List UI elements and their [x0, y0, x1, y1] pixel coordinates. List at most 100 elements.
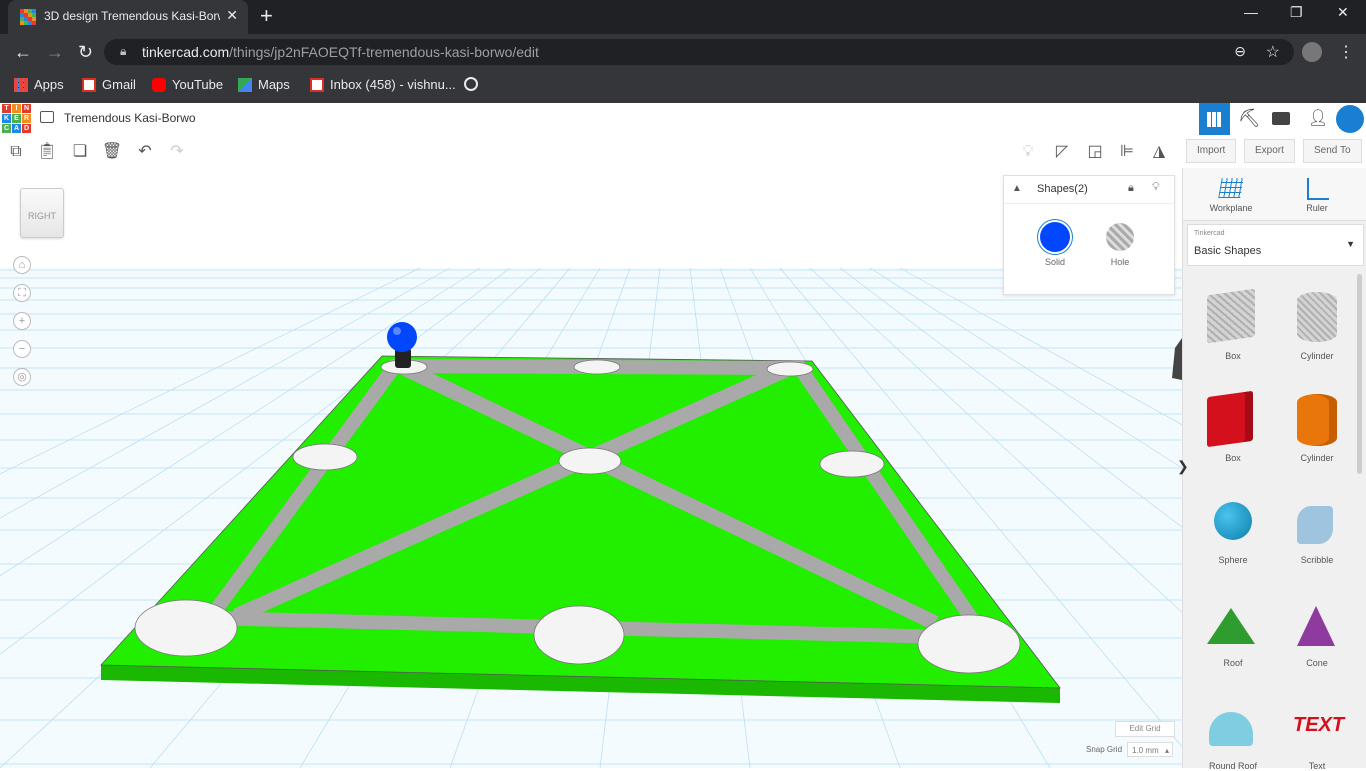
maps-icon	[238, 77, 252, 92]
library-source: Tinkercad	[1194, 230, 1225, 237]
cylinder-hole-shape[interactable]	[1297, 292, 1337, 342]
edit-grid-button[interactable]: Edit Grid	[1115, 721, 1175, 737]
dropdown-arrow-icon: ▴	[1164, 746, 1169, 755]
visibility-bulb-icon[interactable]: 💡︎	[1152, 181, 1160, 194]
bookmarks-bar: Apps Gmail YouTube Maps Inbox (458) - vi…	[0, 70, 1366, 104]
delete-icon[interactable]: 🗑︎	[101, 141, 123, 163]
tinkercad-favicon-icon	[20, 9, 36, 25]
window-close-icon[interactable]: ✕	[1337, 4, 1349, 21]
zoom-icon[interactable]: ⊖	[1234, 43, 1246, 60]
gmail-icon	[82, 77, 96, 92]
text-shape[interactable]: TEXT	[1293, 714, 1344, 737]
build-pickaxe-icon[interactable]: ⛏	[1238, 108, 1261, 129]
import-button[interactable]: Import	[1186, 139, 1237, 163]
perspective-icon[interactable]: ◎	[13, 368, 31, 386]
tinkercad-logo[interactable]: T I N K E R C A D	[2, 104, 31, 133]
tab-title: 3D design Tremendous Kasi-Borwo	[44, 9, 220, 23]
home-view-icon[interactable]: ⌂	[13, 256, 31, 274]
ruler-label: Ruler	[1306, 203, 1328, 213]
shape-label: Roof	[1223, 658, 1243, 668]
globe-icon[interactable]	[464, 77, 478, 91]
snap-grid-select[interactable]: 1.0 mm ▴	[1127, 742, 1173, 757]
tab-close-icon[interactable]: ✕	[226, 7, 238, 24]
shape-label: Cylinder	[1300, 453, 1334, 463]
cylinder-shape[interactable]	[1297, 394, 1337, 446]
paste-icon[interactable]: 📋︎	[36, 141, 58, 163]
workplane-icon[interactable]	[1218, 178, 1244, 198]
shape-library-panel: Workplane Ruler Tinkercad Basic Shapes ▼…	[1177, 168, 1366, 771]
shape-inspector: ▲ Shapes(2) 🔒︎ 💡︎ Solid Hole	[1003, 175, 1175, 295]
box-hole-shape[interactable]	[1207, 288, 1255, 344]
lock-icon[interactable]: 🔒︎	[1128, 182, 1134, 195]
bookmark-inbox[interactable]: Inbox (458) - vishnu...	[310, 77, 456, 92]
back-icon[interactable]: ←	[14, 42, 32, 62]
minimize-icon[interactable]: —	[1244, 4, 1258, 20]
sphere-shape[interactable]	[1214, 502, 1252, 540]
design-title[interactable]: Tremendous Kasi-Borwo	[64, 111, 196, 125]
shape-label: Round Roof	[1208, 761, 1258, 771]
light-bulb-icon[interactable]: 💡︎	[1017, 141, 1039, 163]
grid-view-icon	[1207, 112, 1222, 127]
profile-avatar[interactable]	[1302, 42, 1322, 62]
redo-icon[interactable]: ↷	[166, 141, 188, 163]
restore-icon[interactable]: ❐	[1290, 4, 1303, 21]
shape-label: Box	[1225, 453, 1241, 463]
export-button[interactable]: Export	[1244, 139, 1295, 163]
collapse-panel-icon[interactable]: ❯	[1177, 458, 1189, 475]
ruler-icon[interactable]	[1307, 178, 1329, 200]
hole-label: Hole	[1110, 257, 1130, 267]
view-cube[interactable]: RIGHT	[20, 188, 64, 238]
shape-label: Cylinder	[1300, 351, 1334, 361]
apps-grid-icon	[14, 77, 28, 92]
workplane-label: Workplane	[1209, 203, 1253, 213]
chevron-down-icon: ▼	[1346, 239, 1355, 249]
bookmark-star-icon[interactable]: ☆	[1266, 42, 1280, 62]
library-name: Basic Shapes	[1194, 245, 1262, 257]
design-list-icon[interactable]	[40, 111, 54, 123]
cone-shape[interactable]	[1297, 606, 1335, 646]
align-icon[interactable]: ⊫	[1116, 141, 1138, 163]
solid-color-swatch[interactable]	[1040, 222, 1070, 252]
shape-label: Box	[1225, 351, 1241, 361]
bookmark-apps[interactable]: Apps	[14, 77, 64, 92]
shape-label: Scribble	[1300, 555, 1334, 565]
add-user-icon[interactable]: 👤︎	[1308, 108, 1328, 128]
bookmark-maps[interactable]: Maps	[238, 77, 290, 92]
roof-shape[interactable]	[1207, 608, 1255, 644]
shape-label: Text	[1308, 761, 1326, 771]
library-dropdown[interactable]: Tinkercad Basic Shapes ▼	[1187, 224, 1364, 266]
bricks-icon[interactable]	[1272, 112, 1290, 125]
zoom-out-icon[interactable]: −	[13, 340, 31, 358]
round-roof-shape[interactable]	[1209, 712, 1253, 746]
shape-label: Sphere	[1218, 555, 1248, 565]
copy-icon[interactable]: ⧉	[5, 141, 27, 163]
box-shape[interactable]	[1207, 390, 1253, 448]
shape-label: Cone	[1306, 658, 1328, 668]
tinkercad-header	[0, 103, 1366, 137]
address-bar[interactable]: 🔒︎ tinkercad.com/things/jp2nFAOEQTf-trem…	[104, 39, 1294, 65]
note-icon[interactable]: ◸	[1051, 141, 1073, 163]
zoom-in-icon[interactable]: +	[13, 312, 31, 330]
reload-icon[interactable]: ↻	[78, 42, 93, 62]
undo-icon[interactable]: ↶	[134, 141, 156, 163]
mirror-icon[interactable]: ◮	[1148, 141, 1170, 163]
group-icon[interactable]: ◲	[1084, 141, 1106, 163]
chrome-menu-icon[interactable]: ⋮	[1338, 42, 1354, 62]
bookmark-gmail[interactable]: Gmail	[82, 77, 136, 92]
duplicate-icon[interactable]: ❏	[69, 141, 91, 163]
fit-view-icon[interactable]: ⛶	[13, 284, 31, 302]
user-avatar[interactable]	[1336, 105, 1364, 133]
view-cube-face: RIGHT	[28, 211, 56, 221]
scrollbar[interactable]	[1357, 274, 1362, 474]
browser-tab[interactable]: 3D design Tremendous Kasi-Borwo ✕	[8, 0, 248, 34]
new-tab-icon[interactable]: +	[260, 4, 273, 28]
forward-icon[interactable]: →	[46, 42, 64, 62]
bookmark-youtube[interactable]: YouTube	[152, 77, 223, 92]
send-to-button[interactable]: Send To	[1303, 139, 1362, 163]
collapse-arrow-icon[interactable]: ▲	[1012, 183, 1022, 194]
scribble-shape[interactable]	[1297, 506, 1333, 544]
hole-swatch[interactable]	[1106, 223, 1134, 251]
3d-view-button[interactable]	[1199, 103, 1230, 135]
solid-label: Solid	[1044, 257, 1065, 267]
url-text: tinkercad.com/things/jp2nFAOEQTf-tremend…	[142, 44, 539, 60]
